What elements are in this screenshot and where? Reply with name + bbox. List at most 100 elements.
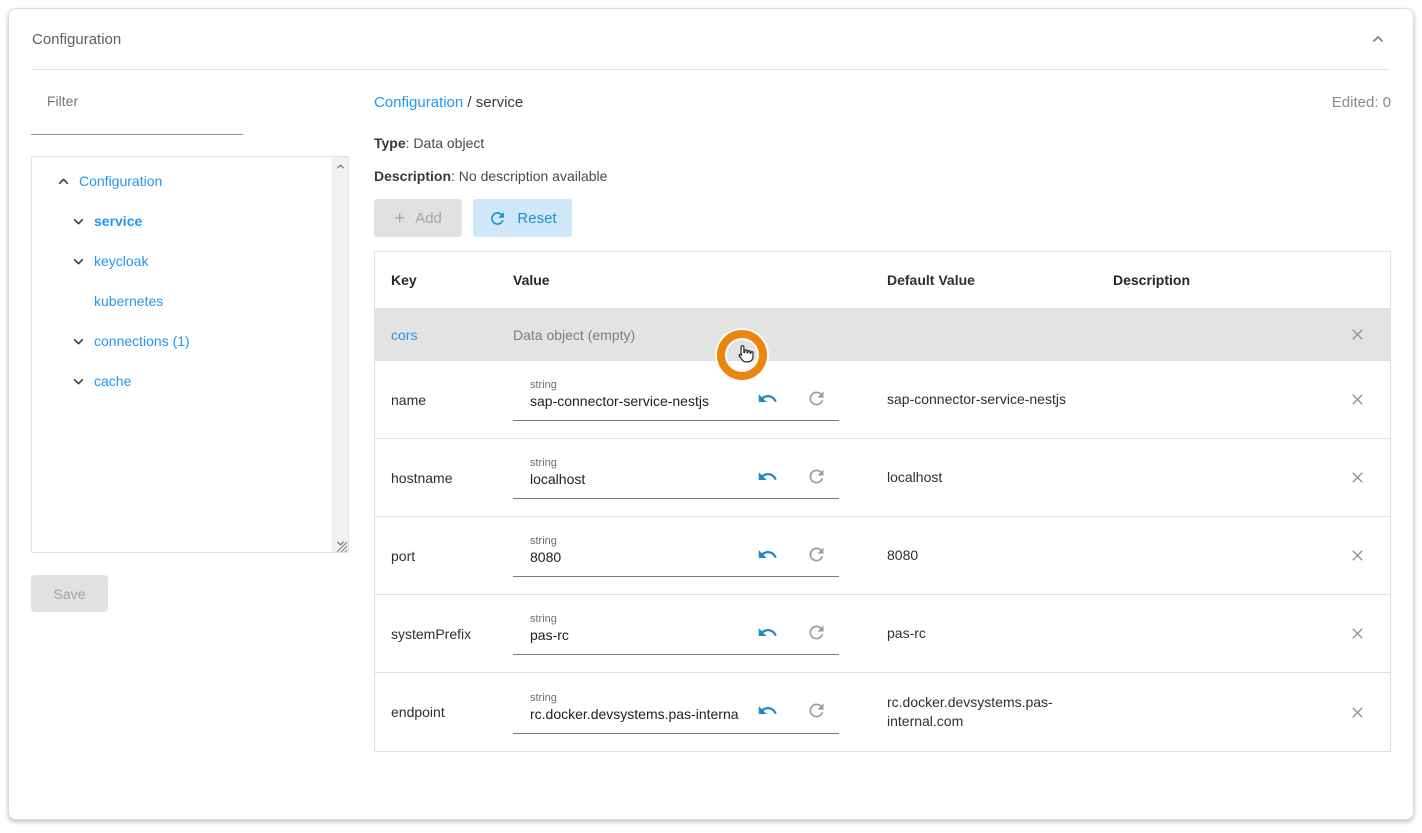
header-divider — [32, 69, 1390, 70]
undo-button[interactable] — [756, 621, 778, 643]
filter-input[interactable] — [31, 109, 243, 135]
row-description — [1113, 439, 1324, 516]
tree-item-service[interactable]: service — [32, 201, 348, 241]
tree-item-configuration[interactable]: Configuration — [32, 161, 348, 201]
tree-item-keycloak[interactable]: keycloak — [32, 241, 348, 281]
config-table: Key Value Default Value Description cors… — [374, 251, 1391, 752]
reset-value-button[interactable] — [805, 387, 827, 409]
row-default-value: 8080 — [887, 517, 1113, 594]
undo-button[interactable] — [756, 465, 778, 487]
reset-value-button[interactable] — [805, 543, 827, 565]
chevron-down-icon — [70, 213, 87, 230]
undo-icon — [757, 388, 778, 409]
value-input[interactable] — [530, 705, 748, 724]
undo-icon — [757, 622, 778, 643]
scroll-up-icon[interactable] — [335, 160, 347, 172]
table-row-systemPrefix: systemPrefix string pas-rc — [375, 595, 1390, 673]
chevron-up-icon — [1368, 29, 1388, 49]
refresh-icon — [488, 209, 507, 228]
value-field[interactable]: string — [513, 378, 839, 421]
tree-item-label[interactable]: kubernetes — [94, 293, 163, 309]
value-input[interactable] — [530, 548, 748, 567]
reset-value-button[interactable] — [805, 465, 827, 487]
reset-button-label: Reset — [517, 210, 556, 227]
collapse-panel-button[interactable] — [1366, 27, 1390, 51]
tree-item-label[interactable]: keycloak — [94, 253, 148, 269]
sidebar: Filter Configuration service keycloak kuber… — [31, 69, 349, 772]
value-field[interactable]: string — [513, 534, 839, 577]
row-description — [1113, 673, 1324, 751]
close-icon — [1348, 468, 1367, 487]
save-button[interactable]: Save — [31, 575, 108, 612]
tree-item-label[interactable]: service — [94, 213, 142, 229]
chevron-down-icon — [70, 253, 87, 270]
column-header-key: Key — [375, 252, 513, 308]
tree-expander[interactable] — [69, 292, 87, 310]
refresh-icon — [806, 388, 827, 409]
delete-button[interactable] — [1345, 323, 1369, 347]
cors-link[interactable]: cors — [391, 327, 417, 343]
breadcrumb: Configuration / service — [374, 94, 523, 111]
filter-field: Filter — [31, 93, 349, 135]
tree-expander[interactable] — [69, 212, 87, 230]
description-value: : No description available — [451, 168, 607, 184]
tree-expander[interactable] — [69, 372, 87, 390]
type-label: Type — [374, 135, 406, 151]
breadcrumb-parent-link[interactable]: Configuration — [374, 94, 463, 111]
reset-value-button[interactable] — [805, 700, 827, 722]
breadcrumb-separator: / — [463, 94, 476, 111]
row-key: systemPrefix — [375, 595, 513, 672]
undo-button[interactable] — [756, 387, 778, 409]
undo-button[interactable] — [756, 700, 778, 722]
tree-item-label[interactable]: cache — [94, 373, 131, 389]
table-row-endpoint: endpoint string rc.docker.devsystems.pas… — [375, 673, 1390, 751]
cors-value: Data object (empty) — [513, 309, 887, 360]
column-header-value: Value — [513, 252, 887, 308]
refresh-icon — [806, 700, 827, 721]
resize-handle-icon[interactable] — [334, 539, 348, 553]
value-input[interactable] — [530, 392, 748, 411]
reset-button[interactable]: Reset — [473, 199, 572, 237]
value-field[interactable]: string — [513, 456, 839, 499]
value-field[interactable]: string — [513, 691, 839, 734]
edited-counter: Edited: 0 — [1332, 94, 1391, 111]
reset-value-button[interactable] — [805, 621, 827, 643]
table-row-name: name string sap-connector-service-nestjs — [375, 361, 1390, 439]
row-default-value: pas-rc — [887, 595, 1113, 672]
tree-item-connections-1-[interactable]: connections (1) — [32, 321, 348, 361]
delete-button[interactable] — [1345, 700, 1369, 724]
table-row-port: port string 8080 — [375, 517, 1390, 595]
tree-scrollbar[interactable] — [332, 157, 348, 552]
tree-expander[interactable] — [69, 252, 87, 270]
close-icon — [1348, 624, 1367, 643]
tree-expander[interactable] — [54, 172, 72, 190]
plus-icon: + — [394, 209, 405, 228]
delete-button[interactable] — [1345, 622, 1369, 646]
table-row-cors[interactable]: cors Data object (empty) — [375, 309, 1390, 361]
main-content: Configuration / service Edited: 0 Type : … — [374, 69, 1391, 772]
config-tree: Configuration service keycloak kubernetes co… — [32, 157, 348, 401]
undo-icon — [757, 544, 778, 565]
config-tree-panel: Configuration service keycloak kubernetes co… — [31, 156, 349, 553]
value-field[interactable]: string — [513, 612, 839, 655]
row-description — [1113, 361, 1324, 438]
value-input[interactable] — [530, 626, 748, 645]
row-description — [1113, 517, 1324, 594]
configuration-panel: Configuration Filter Configuration servic… — [8, 8, 1414, 820]
refresh-icon — [806, 544, 827, 565]
undo-button[interactable] — [756, 543, 778, 565]
delete-button[interactable] — [1345, 544, 1369, 568]
add-button[interactable]: + Add — [374, 199, 462, 237]
delete-button[interactable] — [1345, 388, 1369, 412]
tree-item-cache[interactable]: cache — [32, 361, 348, 401]
tree-item-label[interactable]: Configuration — [79, 173, 162, 189]
breadcrumb-current: service — [476, 94, 524, 111]
tree-expander[interactable] — [69, 332, 87, 350]
delete-button[interactable] — [1345, 466, 1369, 490]
tree-item-kubernetes[interactable]: kubernetes — [32, 281, 348, 321]
tree-item-label[interactable]: connections (1) — [94, 333, 190, 349]
row-key: port — [375, 517, 513, 594]
table-header-row: Key Value Default Value Description — [375, 252, 1390, 309]
close-icon — [1348, 546, 1367, 565]
value-input[interactable] — [530, 470, 748, 489]
